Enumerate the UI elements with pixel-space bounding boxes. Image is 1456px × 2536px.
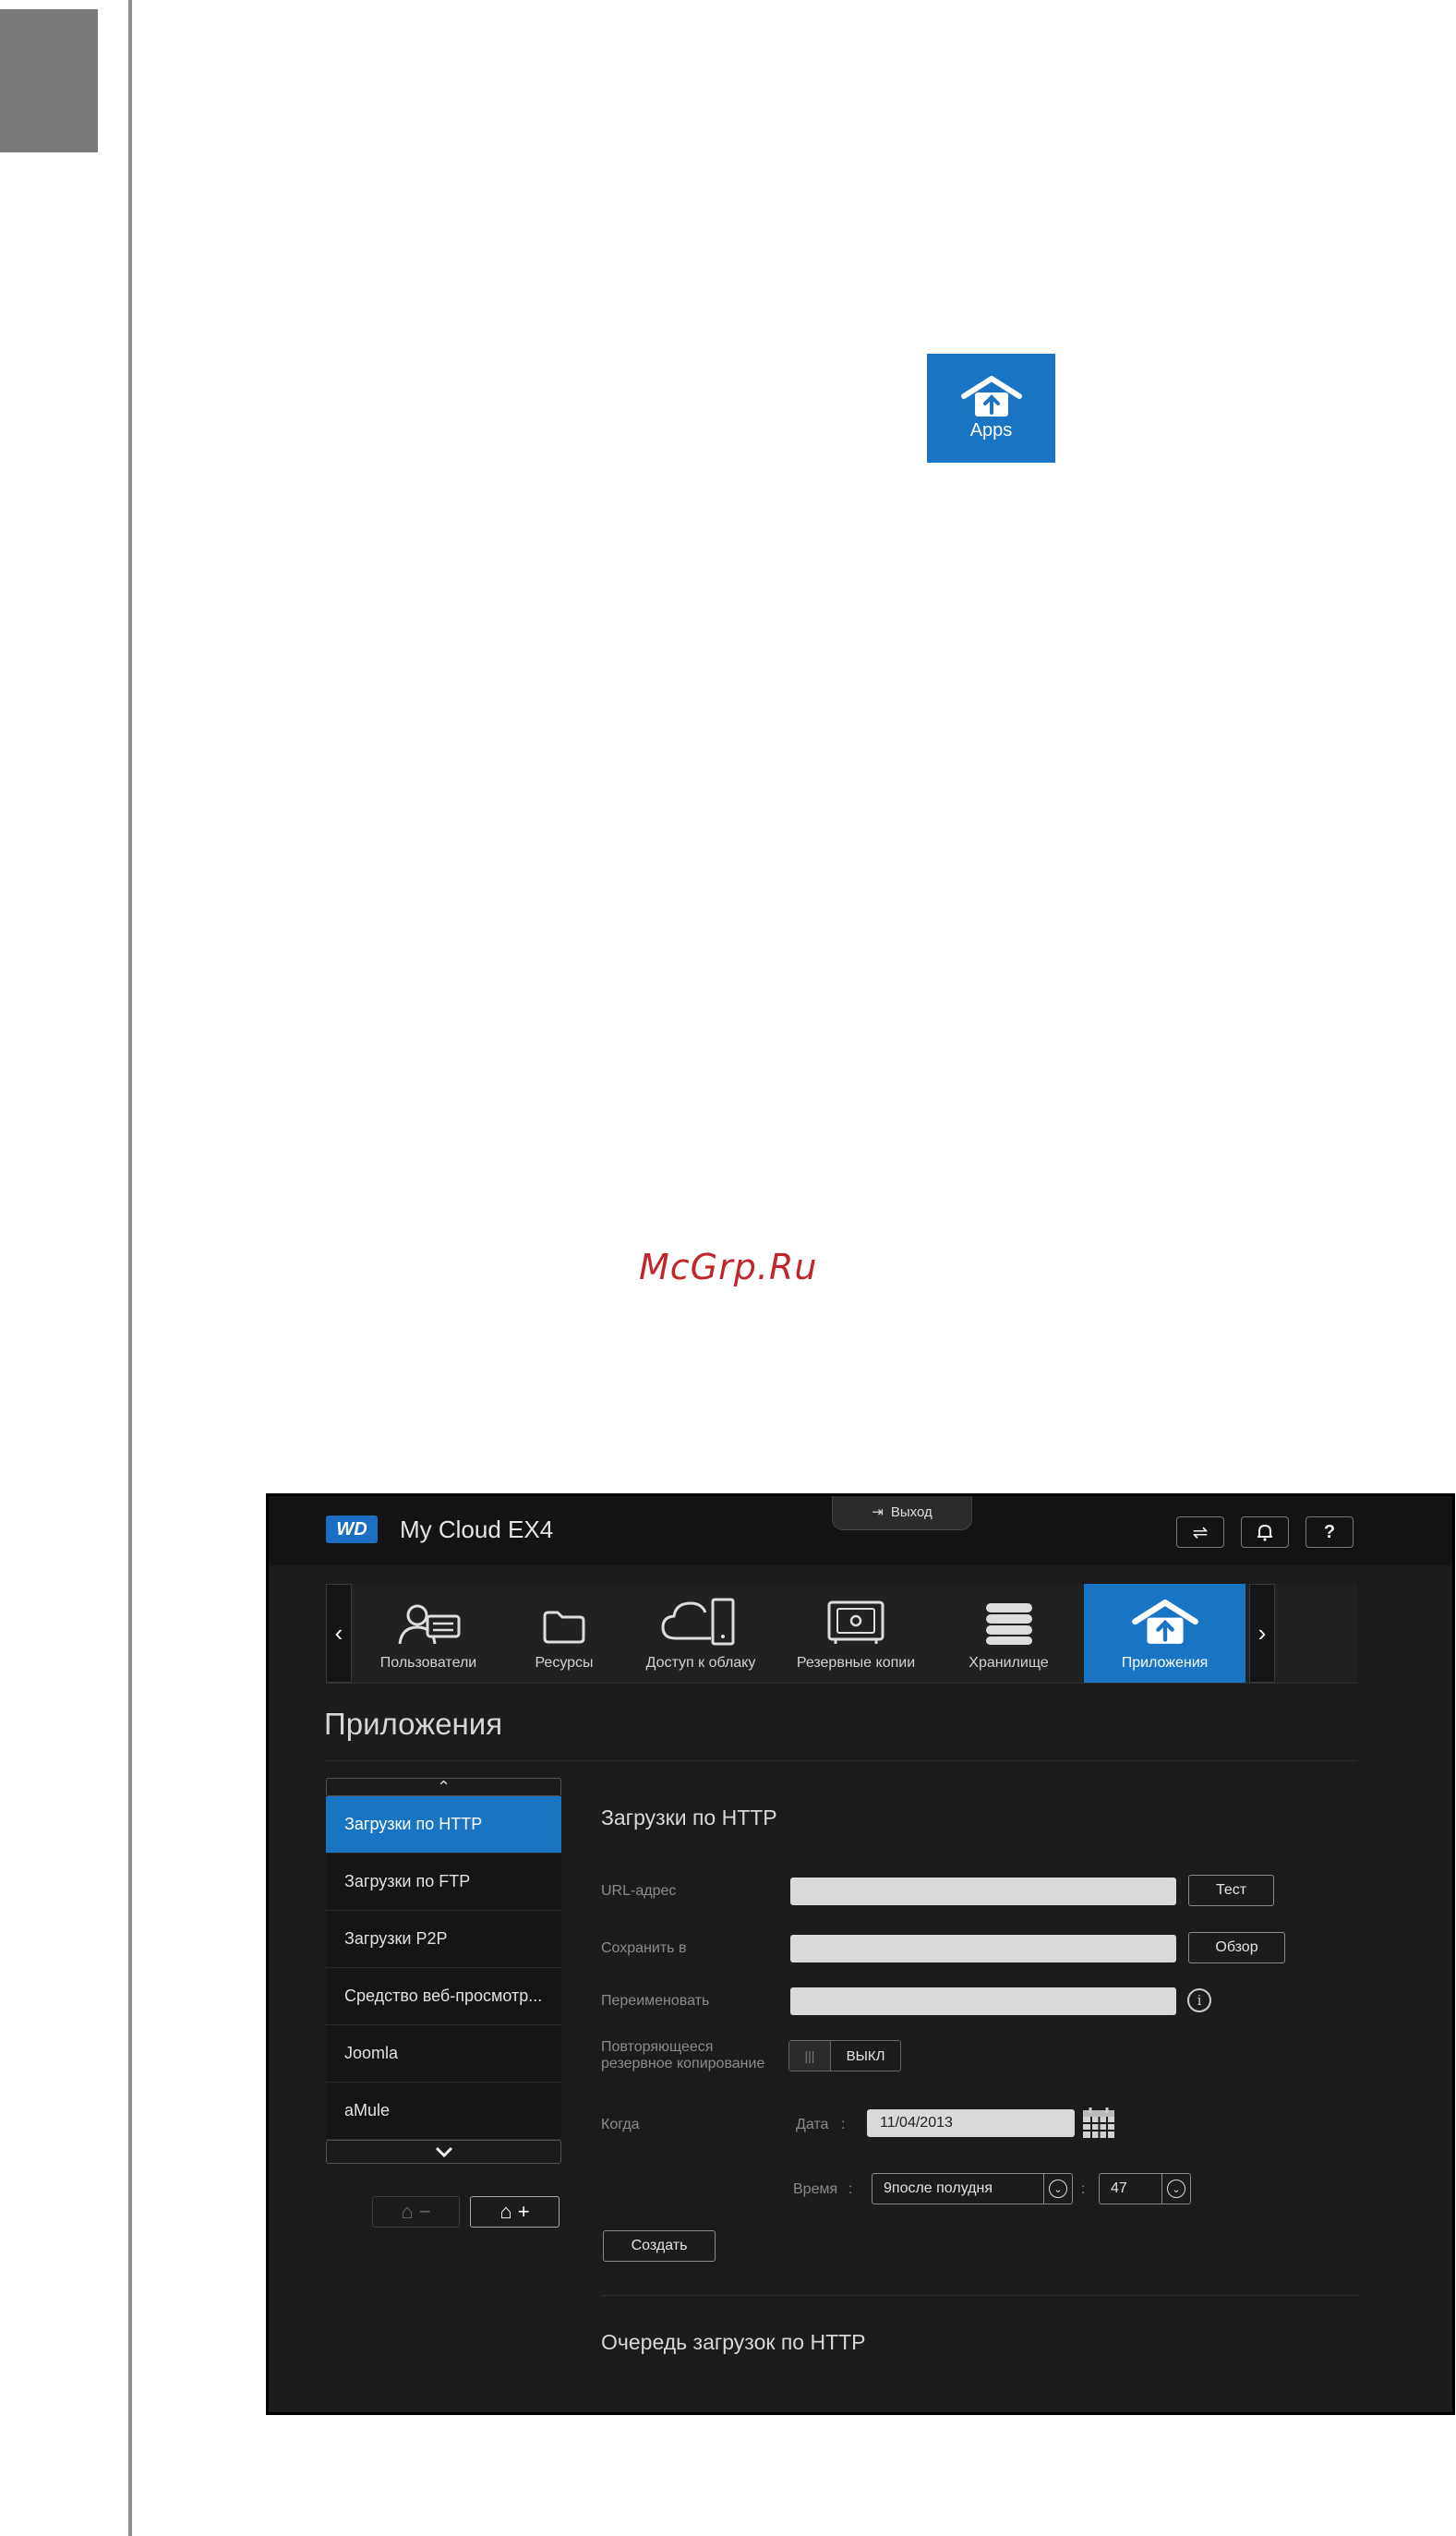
apps-badge: Apps — [927, 354, 1055, 463]
nav-item-label: Приложения — [1121, 1655, 1209, 1671]
recurring-backup-label: Повторяющееся резервное копирование — [601, 2039, 764, 2072]
remove-app-button[interactable]: ⌂ − — [372, 2196, 460, 2228]
main-nav: ‹ Пользователи Ресурсы Доступ к облаку Р… — [326, 1584, 1357, 1684]
margin-rule — [128, 0, 132, 2536]
list-scroll-up-button[interactable]: ⌃ — [326, 1778, 561, 1796]
app-screenshot: WD My Cloud EX4 ⇥ Выход ⇌ ? ‹ Пользовате… — [266, 1493, 1455, 2415]
chevron-down-icon: ⌄ — [1049, 2180, 1067, 2198]
chevron-down-icon — [435, 2146, 452, 2157]
date-input[interactable]: 11/04/2013 — [867, 2109, 1075, 2137]
list-item[interactable]: aMule — [326, 2083, 561, 2140]
product-name: My Cloud EX4 — [400, 1516, 554, 1543]
divider — [326, 1760, 1357, 1761]
test-button[interactable]: Тест — [1188, 1875, 1274, 1906]
save-to-label: Сохранить в — [601, 1940, 687, 1956]
minute-value: 47 — [1111, 2180, 1127, 2196]
apps-badge-label: Apps — [969, 419, 1013, 441]
hour-chevron: ⌄ — [1043, 2174, 1072, 2204]
remove-app-icon: ⌂ − — [401, 2200, 431, 2223]
url-input[interactable] — [790, 1878, 1176, 1905]
apps-icon — [960, 375, 1022, 417]
usb-icon[interactable]: ⇌ — [1176, 1516, 1224, 1548]
nav-item-label: Хранилище — [969, 1655, 1049, 1671]
nav-item-users[interactable]: Пользователи — [352, 1584, 505, 1683]
queue-heading: Очередь загрузок по HTTP — [601, 2330, 866, 2354]
users-icon — [398, 1604, 461, 1645]
cloud-icon — [661, 1598, 735, 1646]
nav-item-apps[interactable]: Приложения — [1084, 1584, 1245, 1683]
list-item[interactable]: Средство веб-просмотр... — [326, 1968, 561, 2025]
hour-select[interactable]: 9после полудня ⌄ — [872, 2173, 1073, 2204]
nav-item-label: Ресурсы — [535, 1655, 594, 1671]
recurring-backup-label-line: Повторяющееся — [601, 2039, 714, 2055]
nav-next-button[interactable]: › — [1249, 1584, 1275, 1683]
divider — [601, 2295, 1358, 2296]
date-colon: : — [841, 2117, 846, 2132]
info-icon[interactable]: i — [1187, 1988, 1211, 2012]
save-to-input[interactable] — [790, 1935, 1176, 1962]
time-label: Время — [793, 2181, 838, 2197]
chevron-down-icon: ⌄ — [1167, 2180, 1185, 2198]
logout-button[interactable]: ⇥ Выход — [832, 1496, 972, 1530]
date-label: Дата — [796, 2117, 829, 2132]
minute-select[interactable]: 47 ⌄ — [1099, 2173, 1191, 2204]
create-button[interactable]: Создать — [603, 2230, 716, 2262]
app-list: ⌃ Загрузки по HTTP Загрузки по FTP Загру… — [326, 1778, 561, 2164]
list-item[interactable]: Загрузки по HTTP — [326, 1796, 561, 1854]
apps-icon — [1131, 1600, 1198, 1644]
hour-value: 9после полудня — [884, 2180, 993, 2196]
recurring-backup-toggle[interactable]: ||| ВЫКЛ — [788, 2040, 901, 2071]
nav-item-shares[interactable]: Ресурсы — [505, 1584, 623, 1683]
when-label: Когда — [601, 2117, 640, 2132]
url-label: URL-адрес — [601, 1883, 677, 1899]
list-item[interactable]: Загрузки P2P — [326, 1911, 561, 1968]
hour-minute-colon: : — [1081, 2181, 1086, 2197]
rename-input[interactable] — [790, 1987, 1176, 2015]
list-item[interactable]: Загрузки по FTP — [326, 1854, 561, 1911]
nav-item-label: Пользователи — [379, 1655, 477, 1671]
toggle-grip: ||| — [789, 2041, 830, 2071]
list-scroll-down-button[interactable] — [326, 2140, 561, 2164]
top-bar: WD My Cloud EX4 ⇥ Выход ⇌ ? — [269, 1496, 1452, 1565]
help-icon[interactable]: ? — [1306, 1516, 1354, 1548]
nav-item-label: Резервные копии — [796, 1655, 916, 1671]
nav-item-backups[interactable]: Резервные копии — [778, 1584, 933, 1683]
safe-icon — [827, 1600, 884, 1644]
page-title: Приложения — [324, 1707, 503, 1741]
logout-icon: ⇥ — [872, 1504, 884, 1520]
form-heading: Загрузки по HTTP — [601, 1805, 777, 1830]
storage-icon — [985, 1603, 1032, 1645]
rename-label: Переименовать — [601, 1993, 710, 2009]
recurring-backup-label-line: резервное копирование — [601, 2056, 765, 2071]
wd-logo: WD — [326, 1516, 378, 1543]
browse-button[interactable]: Обзор — [1188, 1932, 1285, 1963]
nav-item-label: Доступ к облаку — [645, 1655, 756, 1671]
watermark: McGrp.Ru — [639, 1247, 818, 1287]
minute-chevron: ⌄ — [1161, 2174, 1190, 2204]
chevron-up-icon: ⌃ — [436, 1777, 451, 1796]
chapter-tab — [0, 9, 98, 152]
logout-label: Выход — [890, 1503, 933, 1520]
nav-item-storage[interactable]: Хранилище — [933, 1584, 1084, 1683]
time-colon: : — [848, 2181, 853, 2197]
toggle-state: ВЫКЛ — [830, 2041, 900, 2071]
nav-item-cloud-access[interactable]: Доступ к облаку — [623, 1584, 778, 1683]
bell-icon[interactable] — [1241, 1516, 1289, 1548]
list-item[interactable]: Joomla — [326, 2025, 561, 2083]
add-app-button[interactable]: ⌂ + — [470, 2196, 560, 2228]
calendar-icon[interactable] — [1081, 2107, 1116, 2140]
nav-prev-button[interactable]: ‹ — [326, 1584, 352, 1683]
folder-icon — [543, 1611, 585, 1644]
add-app-icon: ⌂ + — [499, 2200, 530, 2223]
